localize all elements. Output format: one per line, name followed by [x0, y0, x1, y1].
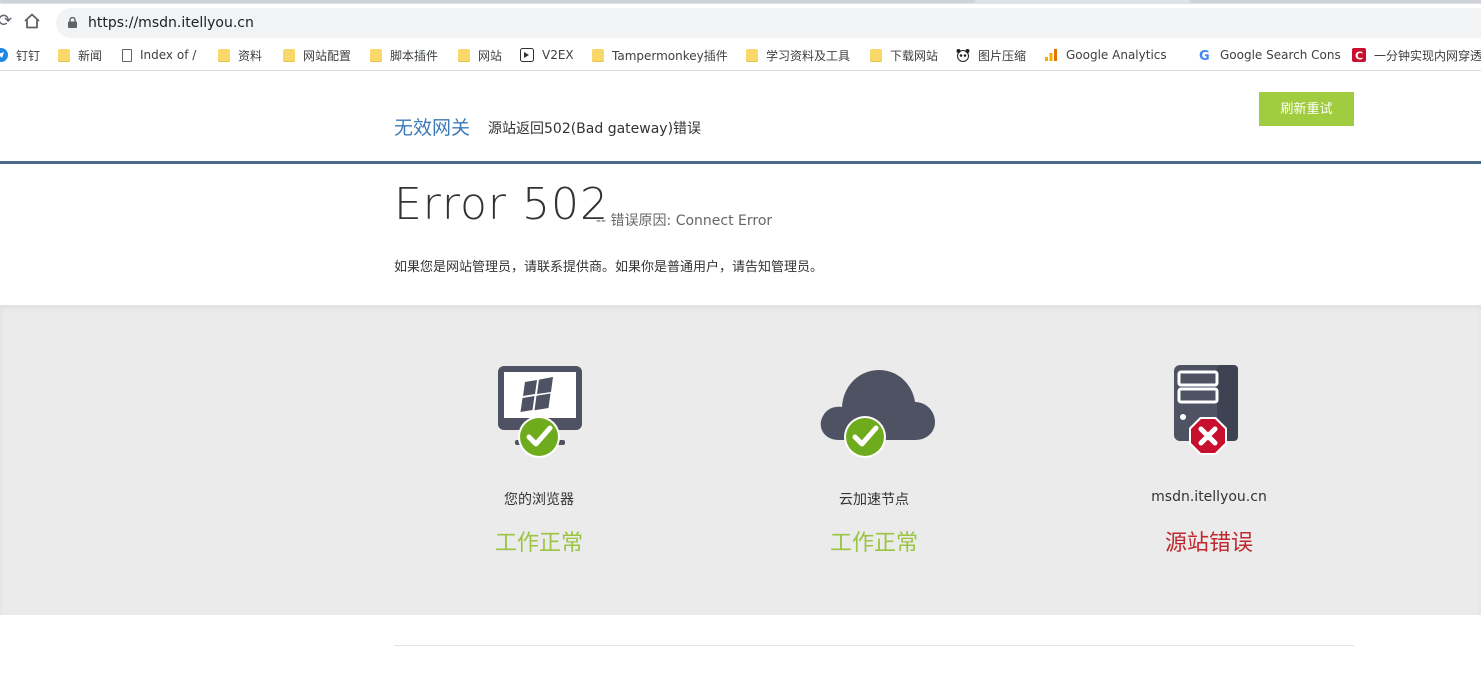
- bookmark-item[interactable]: C 一分钟实现内网穿透: [1352, 46, 1481, 64]
- cloud-icon: [820, 370, 935, 458]
- status-panel: 您的浏览器 工作正常 云加速节点 工作正常 msdn.itellyou.cn 源…: [0, 305, 1481, 615]
- page-subtitle: 源站返回502(Bad gateway)错误: [488, 121, 702, 137]
- page-icon: [122, 48, 132, 62]
- status-cloud-node: 云加速节点 工作正常: [704, 305, 1044, 615]
- bookmarks-bar: 钉钉 新闻 Index of / 资料 网站配置 脚本插件 网站 V2EX Ta…: [0, 40, 1481, 71]
- bookmark-item[interactable]: 学习资料及工具: [746, 46, 850, 64]
- bookmark-item[interactable]: Tampermonkey插件: [592, 46, 728, 64]
- bookmark-item[interactable]: Google Analytics: [1044, 46, 1167, 64]
- analytics-icon: [1045, 49, 1057, 61]
- bookmark-item[interactable]: 网站配置: [283, 46, 351, 64]
- bookmark-item[interactable]: 图片压缩: [956, 46, 1026, 64]
- panda-icon: [956, 49, 970, 62]
- address-bar-row: ⟳ https://msdn.itellyou.cn: [0, 4, 1481, 40]
- check-badge-icon: [518, 416, 560, 458]
- footer-divider: [394, 645, 1354, 646]
- folder-icon: [592, 48, 604, 62]
- folder-icon: [58, 48, 70, 62]
- folder-icon: [218, 48, 230, 62]
- server-icon: [1174, 365, 1238, 455]
- page-title: 无效网关: [394, 117, 471, 139]
- bookmark-item[interactable]: 新闻: [58, 46, 102, 64]
- folder-icon: [870, 48, 882, 62]
- monitor-icon: [498, 366, 582, 458]
- status-state: 工作正常: [494, 531, 583, 556]
- status-label: msdn.itellyou.cn: [1151, 489, 1267, 505]
- google-icon: G: [1199, 49, 1210, 62]
- bookmark-item[interactable]: 脚本插件: [370, 46, 438, 64]
- c-logo-icon: C: [1352, 48, 1366, 62]
- bookmark-item[interactable]: 网站: [458, 46, 502, 64]
- status-origin-server: msdn.itellyou.cn 源站错误: [1039, 305, 1379, 615]
- status-state: 源站错误: [1164, 531, 1253, 556]
- bookmark-item[interactable]: V2EX: [520, 46, 574, 64]
- folder-icon: [283, 48, 295, 62]
- check-badge-icon: [844, 416, 886, 458]
- error-badge-icon: [1189, 417, 1227, 455]
- bookmark-item[interactable]: Index of /: [122, 46, 196, 64]
- bookmark-item[interactable]: 钉钉: [0, 46, 40, 64]
- bookmark-item[interactable]: G Google Search Cons: [1198, 46, 1341, 64]
- folder-icon: [370, 48, 382, 62]
- reload-icon[interactable]: ⟳: [0, 10, 16, 32]
- retry-button[interactable]: 刷新重试: [1259, 92, 1354, 126]
- svg-text:C: C: [1355, 50, 1363, 63]
- status-browser: 您的浏览器 工作正常: [369, 305, 709, 615]
- omnibox[interactable]: https://msdn.itellyou.cn: [56, 8, 1481, 38]
- bookmark-item[interactable]: 资料: [218, 46, 262, 64]
- folder-icon: [458, 48, 470, 62]
- bookmark-item[interactable]: 下载网站: [870, 46, 938, 64]
- home-icon[interactable]: [21, 10, 43, 32]
- error-header: 无效网关 源站返回502(Bad gateway)错误 刷新重试: [0, 72, 1481, 164]
- status-label: 云加速节点: [839, 492, 909, 508]
- error-code: Error 502: [394, 179, 609, 230]
- status-label: 您的浏览器: [504, 492, 574, 508]
- svg-text:G: G: [1199, 49, 1210, 62]
- lock-icon: [68, 17, 77, 28]
- v2ex-icon: [520, 48, 534, 62]
- dingtalk-icon: [0, 48, 8, 62]
- folder-icon: [746, 48, 758, 62]
- status-state: 工作正常: [829, 531, 918, 556]
- url-text: https://msdn.itellyou.cn: [88, 15, 254, 31]
- error-summary: Error 502 -- 错误原因: Connect Error 如果您是网站管…: [0, 167, 1481, 305]
- error-message: 如果您是网站管理员，请联系提供商。如果你是普通用户，请告知管理员。: [394, 260, 824, 275]
- error-reason: -- 错误原因: Connect Error: [596, 213, 773, 229]
